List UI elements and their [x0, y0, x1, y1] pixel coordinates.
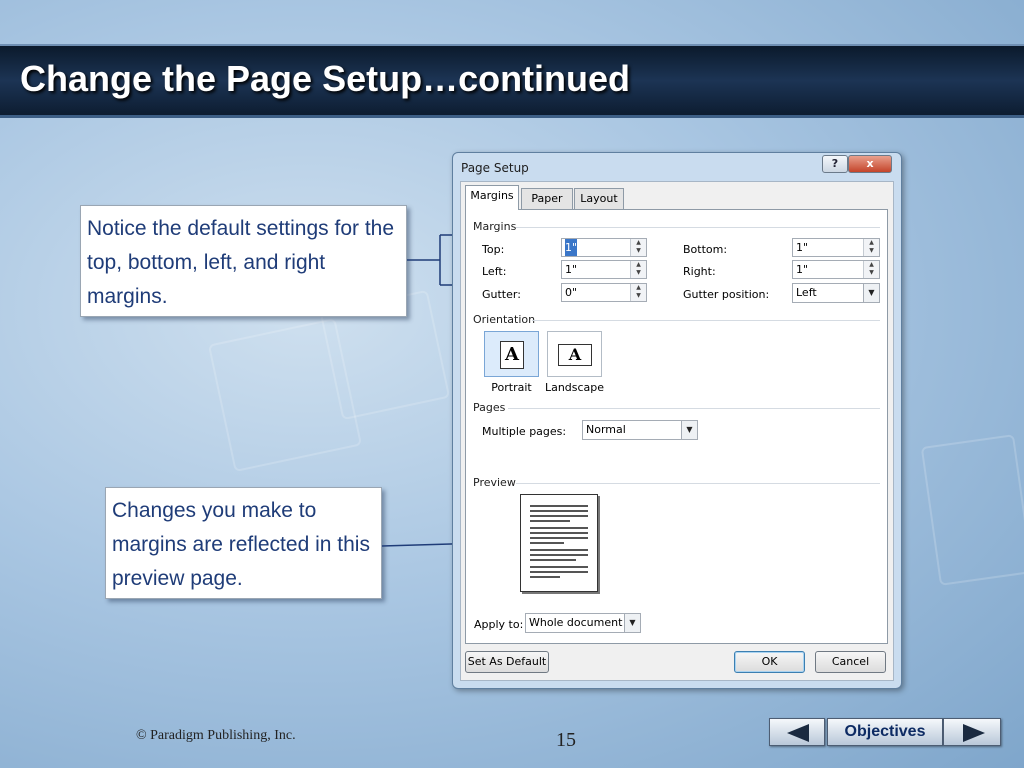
preview-text-line	[530, 576, 560, 578]
preview-text-line	[530, 515, 588, 517]
preview-group-divider	[516, 483, 880, 484]
right-margin-arrows[interactable]: ▲ ▼	[863, 261, 879, 278]
right-label: Right:	[683, 265, 716, 278]
multiple-pages-value: Normal	[586, 423, 626, 436]
tab-margins[interactable]: Margins	[465, 185, 519, 210]
cancel-button[interactable]: Cancel	[815, 651, 886, 673]
gutter-arrows[interactable]: ▲ ▼	[630, 284, 646, 301]
tab-layout[interactable]: Layout	[574, 188, 624, 209]
left-margin-value: 1"	[565, 263, 578, 276]
pages-group-divider	[508, 408, 880, 409]
preview-text-line	[530, 532, 588, 534]
gutter-position-label: Gutter position:	[683, 288, 770, 301]
bottom-label: Bottom:	[683, 243, 728, 256]
chevron-down-icon[interactable]: ▼	[681, 421, 697, 439]
preview-text-line	[530, 559, 576, 561]
spin-down-icon[interactable]: ▼	[864, 247, 879, 255]
preview-text-line	[530, 505, 588, 507]
portrait-button[interactable]: A	[484, 331, 539, 377]
top-margin-spinner[interactable]: 1" ▲ ▼	[561, 238, 647, 257]
gutter-position-value: Left	[796, 286, 817, 299]
apply-to-select[interactable]: Whole document ▼	[525, 613, 641, 633]
chevron-down-icon[interactable]: ▼	[624, 614, 640, 632]
gutter-position-select[interactable]: Left ▼	[792, 283, 880, 303]
margins-group-label: Margins	[473, 220, 517, 233]
objectives-button[interactable]: Objectives	[827, 718, 943, 746]
preview-text-line	[530, 566, 588, 568]
landscape-label: Landscape	[544, 381, 605, 394]
bottom-margin-spinner[interactable]: 1" ▲ ▼	[792, 238, 880, 257]
dialog-title: Page Setup	[461, 161, 529, 175]
gutter-label: Gutter:	[482, 288, 521, 301]
set-as-default-button[interactable]: Set As Default	[465, 651, 549, 673]
preview-text-line	[530, 520, 570, 522]
bottom-margin-arrows[interactable]: ▲ ▼	[863, 239, 879, 256]
pages-group-label: Pages	[473, 401, 506, 414]
spin-up-icon[interactable]: ▲	[864, 239, 879, 247]
left-label: Left:	[482, 265, 507, 278]
right-margin-spinner[interactable]: 1" ▲ ▼	[792, 260, 880, 279]
help-button[interactable]: ?	[822, 155, 848, 173]
bottom-margin-value: 1"	[796, 241, 809, 254]
preview-text-line	[530, 542, 564, 544]
copyright-footer: © Paradigm Publishing, Inc.	[136, 728, 296, 743]
spin-up-icon[interactable]: ▲	[631, 284, 646, 292]
spin-down-icon[interactable]: ▼	[631, 292, 646, 300]
top-margin-arrows[interactable]: ▲ ▼	[630, 239, 646, 256]
spin-up-icon[interactable]: ▲	[864, 261, 879, 269]
preview-text-line	[530, 527, 588, 529]
landscape-page-icon: A	[558, 344, 592, 366]
top-label: Top:	[482, 243, 505, 256]
preview-text-line	[530, 537, 588, 539]
preview-page	[520, 494, 598, 592]
close-button[interactable]: x	[848, 155, 892, 173]
preview-text-line	[530, 549, 588, 551]
top-margin-value: 1"	[565, 239, 578, 256]
preview-text-line	[530, 554, 588, 556]
right-margin-value: 1"	[796, 263, 809, 276]
margins-group-divider	[516, 227, 880, 228]
tab-paper[interactable]: Paper	[521, 188, 573, 209]
spin-up-icon[interactable]: ▲	[631, 261, 646, 269]
apply-to-value: Whole document	[529, 616, 623, 629]
ok-button[interactable]: OK	[734, 651, 805, 673]
preview-text-line	[530, 571, 588, 573]
arrow-left-icon	[787, 724, 809, 742]
chevron-down-icon[interactable]: ▼	[863, 284, 879, 302]
left-margin-arrows[interactable]: ▲ ▼	[630, 261, 646, 278]
left-margin-spinner[interactable]: 1" ▲ ▼	[561, 260, 647, 279]
arrow-right-icon	[963, 724, 985, 742]
portrait-label: Portrait	[491, 381, 532, 394]
multiple-pages-label: Multiple pages:	[482, 425, 567, 438]
gutter-spinner[interactable]: 0" ▲ ▼	[561, 283, 647, 302]
spin-up-icon[interactable]: ▲	[631, 239, 646, 247]
page-number: 15	[556, 729, 576, 751]
previous-slide-button[interactable]	[769, 718, 825, 746]
gutter-value: 0"	[565, 286, 578, 299]
spin-down-icon[interactable]: ▼	[631, 247, 646, 255]
landscape-button[interactable]: A	[547, 331, 602, 377]
preview-text-line	[530, 510, 588, 512]
preview-group-label: Preview	[473, 476, 516, 489]
next-slide-button[interactable]	[943, 718, 1001, 746]
orientation-group-label: Orientation	[473, 313, 536, 326]
apply-to-label: Apply to:	[474, 618, 524, 631]
multiple-pages-select[interactable]: Normal ▼	[582, 420, 698, 440]
spin-down-icon[interactable]: ▼	[864, 269, 879, 277]
portrait-page-icon: A	[500, 341, 524, 369]
orientation-group-divider	[532, 320, 880, 321]
spin-down-icon[interactable]: ▼	[631, 269, 646, 277]
